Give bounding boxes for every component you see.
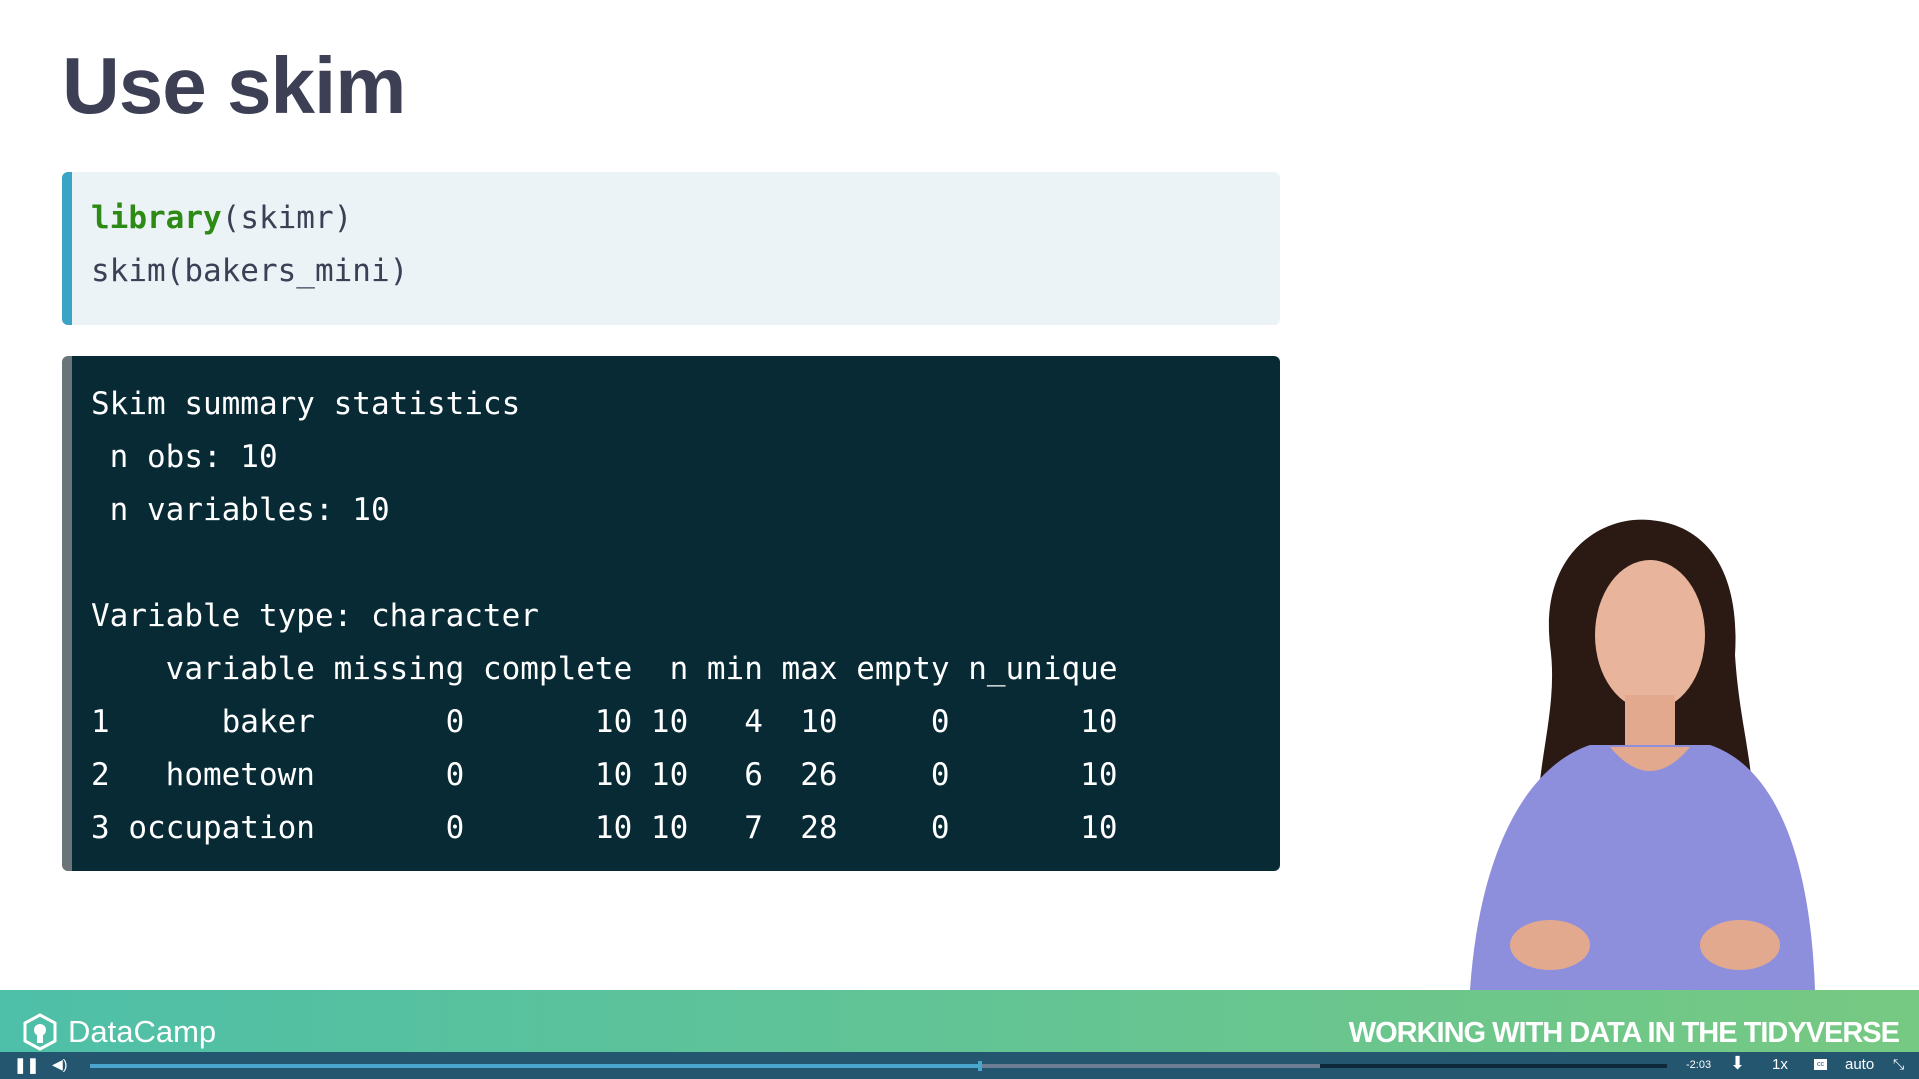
captions-icon[interactable]: cc: [1814, 1059, 1827, 1070]
output-line: Skim summary statistics: [91, 386, 521, 422]
datacamp-logo: DataCamp: [20, 1012, 216, 1052]
output-line: n variables: 10: [91, 492, 390, 528]
volume-icon[interactable]: ◀): [52, 1056, 67, 1073]
exit-fullscreen-icon[interactable]: ⤡: [1893, 1056, 1904, 1073]
progress-handle[interactable]: [977, 1061, 982, 1071]
code-output-block: Skim summary statistics n obs: 10 n vari…: [62, 356, 1280, 871]
course-title: WORKING WITH DATA IN THE TIDYVERSE: [1348, 1017, 1900, 1049]
brand-name: DataCamp: [68, 1014, 217, 1049]
output-line: 2 hometown 0 10 10 6 26 0 10: [91, 757, 1118, 793]
code-line: library(skimr): [91, 200, 353, 236]
presenter-video: [1470, 519, 1815, 990]
datacamp-logo-icon: [23, 1013, 57, 1051]
output-line: Variable type: character: [91, 598, 539, 634]
pause-icon[interactable]: ❚❚: [14, 1056, 39, 1074]
speed-button[interactable]: 1x: [1772, 1056, 1788, 1073]
progress-bar[interactable]: [90, 1061, 1667, 1071]
output-line: variable missing complete n min max empt…: [91, 651, 1118, 687]
played-bar: [90, 1064, 978, 1068]
slide-title: Use skim: [62, 41, 406, 130]
code-input-block: library(skimr) skim(bakers_mini): [62, 172, 1280, 325]
code-line: skim(bakers_mini): [91, 253, 409, 289]
download-icon[interactable]: ⬇: [1730, 1053, 1745, 1074]
quality-button[interactable]: auto: [1845, 1056, 1874, 1073]
output-line: 3 occupation 0 10 10 7 28 0 10: [91, 810, 1118, 846]
output-line: 1 baker 0 10 10 4 10 0 10: [91, 704, 1118, 740]
video-controls: ❚❚ ◀) -2:03 ⬇ 1x cc auto ⤡: [0, 1052, 1919, 1079]
output-line: n obs: 10: [91, 439, 278, 475]
time-remaining: -2:03: [1686, 1059, 1712, 1071]
